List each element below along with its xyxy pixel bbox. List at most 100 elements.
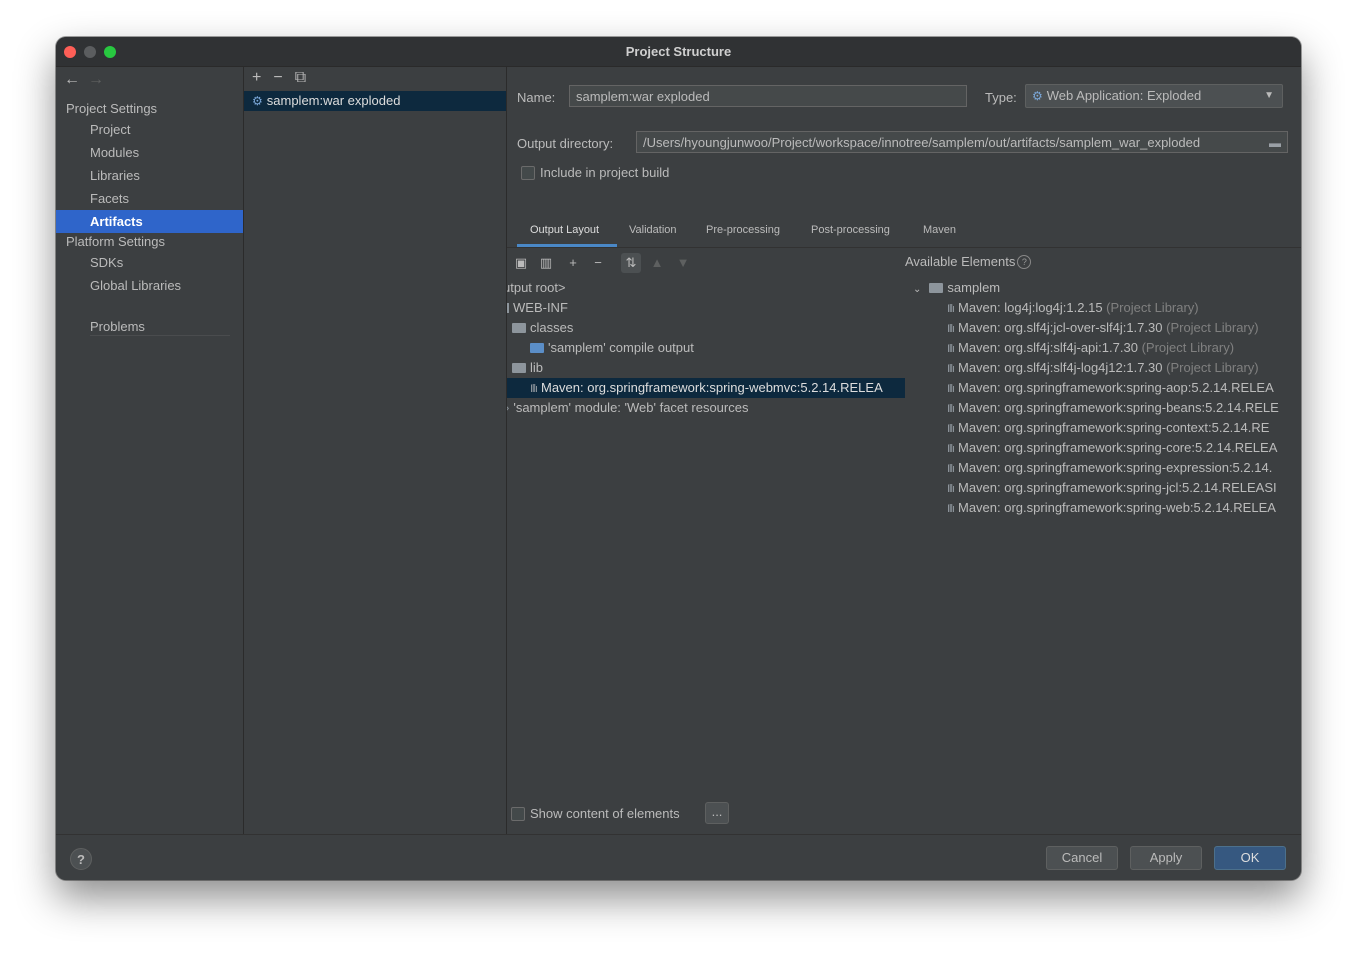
artifact-config-panel: Name: samplem:war exploded Type: ⚙ Web Ap…: [507, 67, 1301, 834]
name-input[interactable]: samplem:war exploded: [569, 85, 967, 107]
available-library-item[interactable]: Illı Maven: org.springframework:spring-we…: [947, 498, 1276, 518]
tree-item-label: lib: [530, 360, 544, 375]
library-name: Maven: org.slf4j:slf4j-log4j12:1.7.30: [958, 360, 1163, 375]
help-button[interactable]: ?: [70, 848, 92, 870]
cancel-button[interactable]: Cancel: [1046, 846, 1118, 870]
library-name: Maven: org.springframework:spring-jcl:5.…: [958, 480, 1277, 495]
sort-elements-icon[interactable]: ⇅: [621, 253, 641, 273]
tree-item-label: WEB-INF: [513, 300, 568, 315]
move-down-icon[interactable]: ▼: [673, 253, 693, 273]
sidebar-item-sdks[interactable]: SDKs: [56, 251, 243, 274]
output-directory-input[interactable]: /Users/hyoungjunwoo/Project/workspace/in…: [636, 131, 1288, 153]
available-library-item[interactable]: Illı Maven: org.springframework:spring-co…: [947, 418, 1269, 438]
output-directory-value: /Users/hyoungjunwoo/Project/workspace/in…: [643, 135, 1201, 150]
library-name: Maven: log4j:log4j:1.2.15: [958, 300, 1103, 315]
project-structure-window: Project Structure ← → Project Settings Pr…: [56, 37, 1301, 880]
library-name: Maven: org.springframework:spring-expres…: [958, 460, 1273, 475]
available-library-item[interactable]: Illı Maven: org.springframework:spring-ao…: [947, 378, 1274, 398]
maximize-window-button[interactable]: [104, 46, 116, 58]
web-app-icon: ⚙: [1032, 89, 1043, 103]
artifact-list-pane: + − ⧉ ⚙ samplem:war exploded: [244, 67, 507, 834]
tree-item-web-inf[interactable]: WEB-INF: [507, 298, 568, 318]
tab-validation[interactable]: Validation: [629, 224, 677, 236]
available-library-item[interactable]: Illı Maven: org.slf4j:jcl-over-slf4j:1.7.…: [947, 318, 1259, 338]
include-in-build-label: Include in project build: [540, 165, 670, 180]
library-tag: (Project Library): [1166, 320, 1259, 335]
available-elements-tree: ⌄ samplem Illı Maven: log4j:log4j:1.2.15 (…: [905, 278, 1301, 578]
available-library-item[interactable]: Illı Maven: org.slf4j:slf4j-log4j12:1.7.3…: [947, 358, 1259, 378]
tree-item-label: Maven: org.springframework:spring-webmvc…: [541, 380, 883, 395]
new-directory-icon[interactable]: ▣: [511, 253, 531, 273]
apply-button[interactable]: Apply: [1130, 846, 1202, 870]
tree-item-label: 'samplem' module: 'Web' facet resources: [513, 400, 749, 415]
minimize-window-button[interactable]: [84, 46, 96, 58]
type-select[interactable]: ⚙ Web Application: Exploded ▼: [1025, 84, 1283, 108]
back-arrow-icon[interactable]: ←: [64, 71, 80, 88]
available-library-item[interactable]: Illı Maven: org.springframework:spring-jc…: [947, 478, 1277, 498]
show-content-options-button[interactable]: ...: [705, 802, 729, 824]
show-content-label: Show content of elements: [530, 806, 680, 821]
tab-pre-processing[interactable]: Pre-processing: [706, 224, 780, 236]
add-artifact-icon[interactable]: +: [252, 69, 261, 86]
tree-item-lib[interactable]: lib: [512, 358, 543, 378]
tab-post-processing[interactable]: Post-processing: [811, 224, 890, 236]
tab-output-layout[interactable]: Output Layout: [530, 224, 599, 236]
folder-icon: [507, 303, 509, 313]
tree-item-label: 'samplem' compile output: [548, 340, 694, 355]
library-name: Maven: org.springframework:spring-aop:5.…: [958, 380, 1274, 395]
tree-item-spring-webmvc[interactable]: Illı Maven: org.springframework:spring-we…: [507, 378, 905, 398]
library-icon: Illı: [947, 323, 955, 335]
library-name: Maven: org.slf4j:slf4j-api:1.7.30: [958, 340, 1138, 355]
available-library-item[interactable]: Illı Maven: log4j:log4j:1.2.15 (Project L…: [947, 298, 1199, 318]
tree-item-samplem-module[interactable]: ⌄ samplem: [913, 278, 1000, 298]
available-library-item[interactable]: Illı Maven: org.springframework:spring-co…: [947, 438, 1277, 458]
platform-settings-heading: Platform Settings: [66, 234, 165, 249]
show-content-checkbox[interactable]: [511, 807, 525, 821]
output-directory-label: Output directory:: [517, 136, 614, 151]
library-icon: Illı: [530, 383, 538, 395]
tree-item-label: utput root>: [507, 280, 566, 295]
tree-item-classes[interactable]: classes: [512, 318, 573, 338]
sidebar-item-modules[interactable]: Modules: [56, 141, 243, 164]
help-icon[interactable]: ?: [1017, 255, 1032, 269]
tree-item-output-root[interactable]: utput root>: [507, 278, 566, 298]
tree-item-label: classes: [530, 320, 574, 335]
library-icon: Illı: [947, 383, 955, 395]
browse-folder-icon[interactable]: ▬: [1269, 132, 1281, 152]
artifact-list-item[interactable]: ⚙ samplem:war exploded: [244, 91, 506, 111]
sidebar-item-problems[interactable]: Problems: [56, 315, 243, 338]
library-name: Maven: org.springframework:spring-beans:…: [958, 400, 1279, 415]
forward-arrow-icon[interactable]: →: [88, 71, 104, 88]
tree-item-web-facet-resources[interactable]: › 'samplem' module: 'Web' facet resources: [507, 398, 748, 418]
sidebar-item-artifacts[interactable]: Artifacts: [56, 210, 243, 233]
sidebar-item-libraries[interactable]: Libraries: [56, 164, 243, 187]
sidebar-item-project[interactable]: Project: [56, 118, 243, 141]
library-icon: Illı: [947, 463, 955, 475]
library-icon: Illı: [947, 503, 955, 515]
available-library-item[interactable]: Illı Maven: org.springframework:spring-be…: [947, 398, 1279, 418]
add-copy-of-icon[interactable]: +: [563, 253, 583, 273]
ok-button[interactable]: OK: [1214, 846, 1286, 870]
name-label: Name:: [517, 90, 556, 105]
library-name: Maven: org.springframework:spring-core:5…: [958, 440, 1278, 455]
copy-artifact-icon[interactable]: ⧉: [295, 69, 306, 86]
library-tag: (Project Library): [1106, 300, 1199, 315]
create-archive-icon[interactable]: ▥: [536, 253, 556, 273]
output-layout-tree: utput root> WEB-INF classes 'samplem' co…: [507, 278, 905, 638]
remove-artifact-icon[interactable]: −: [273, 69, 282, 86]
available-library-item[interactable]: Illı Maven: org.slf4j:slf4j-api:1.7.30 (P…: [947, 338, 1234, 358]
include-in-build-checkbox[interactable]: [521, 166, 535, 180]
type-label: Type:: [985, 90, 1017, 105]
module-folder-icon: [929, 283, 944, 293]
tree-item-label: samplem: [947, 280, 1001, 295]
remove-element-icon[interactable]: −: [588, 253, 608, 273]
module-output-icon: [530, 343, 544, 353]
tab-maven[interactable]: Maven: [923, 224, 956, 236]
library-name: Maven: org.springframework:spring-web:5.…: [958, 500, 1276, 515]
tree-item-compile-output[interactable]: 'samplem' compile output: [530, 338, 694, 358]
close-window-button[interactable]: [64, 46, 76, 58]
sidebar-item-facets[interactable]: Facets: [56, 187, 243, 210]
move-up-icon[interactable]: ▲: [647, 253, 667, 273]
sidebar-item-global-libraries[interactable]: Global Libraries: [56, 274, 243, 297]
available-library-item[interactable]: Illı Maven: org.springframework:spring-ex…: [947, 458, 1272, 478]
